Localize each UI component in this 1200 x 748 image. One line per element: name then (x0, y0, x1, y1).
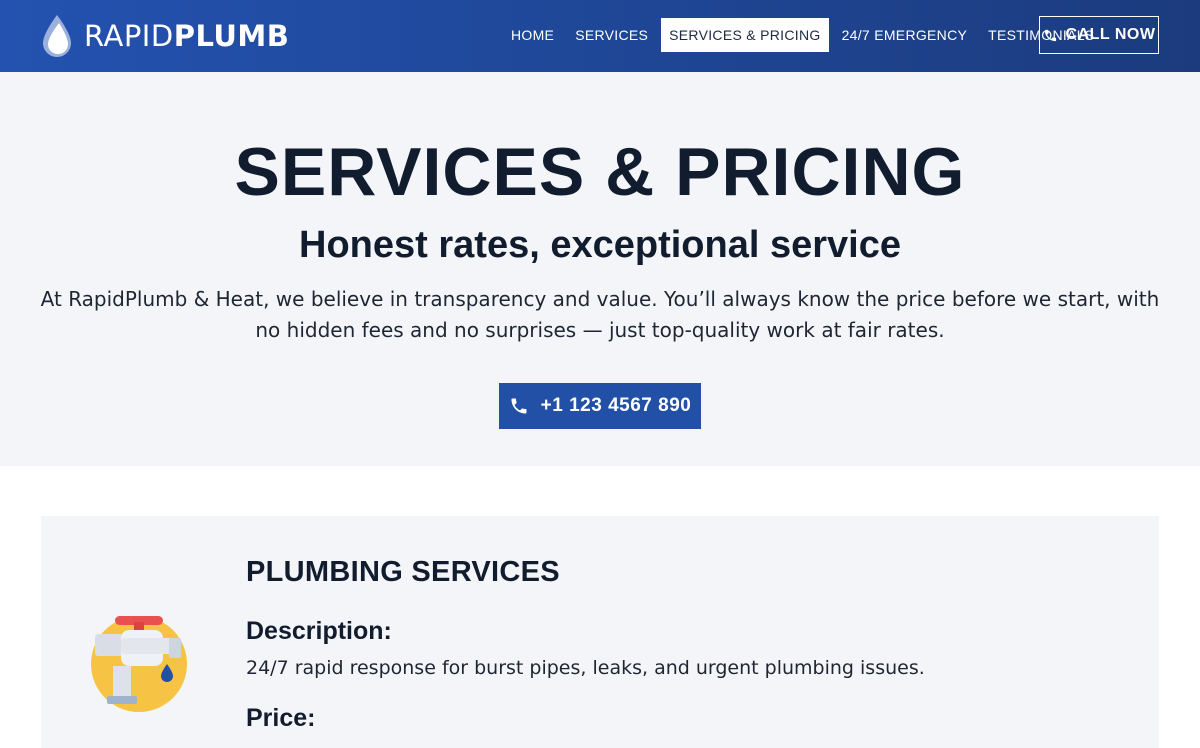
intro-text: At RapidPlumb & Heat, we believe in tran… (40, 287, 1160, 342)
brand-name: RAPIDPLUMB (84, 19, 289, 53)
logo[interactable]: RAPIDPLUMB (40, 12, 289, 60)
nav-item-emergency[interactable]: 24/7 EMERGENCY (834, 18, 976, 52)
phone-call-button[interactable]: +1 123 4567 890 (499, 383, 701, 429)
phone-icon (1044, 29, 1056, 41)
site-header: RAPIDPLUMB HOME SERVICES SERVICES & PRIC… (0, 0, 1200, 72)
nav-item-services[interactable]: SERVICES (567, 18, 656, 52)
service-description: 24/7 rapid response for burst pipes, lea… (246, 657, 925, 679)
nav-item-services-pricing[interactable]: SERVICES & PRICING (661, 18, 829, 52)
brand-name-light: RAPID (84, 19, 174, 53)
hero-section: SERVICES & PRICING Honest rates, excepti… (0, 72, 1200, 466)
phone-icon (511, 398, 527, 414)
service-title: PLUMBING SERVICES (246, 556, 560, 588)
price-label: Price: (246, 704, 316, 732)
phone-number: +1 123 4567 890 (540, 395, 692, 416)
water-drop-icon (43, 15, 71, 57)
page-title: SERVICES & PRICING (234, 134, 966, 210)
call-now-label: CALL NOW (1065, 26, 1156, 43)
service-card-plumbing: PLUMBING SERVICES Description: 24/7 rapi… (41, 516, 1159, 748)
nav-item-home[interactable]: HOME (503, 18, 562, 52)
main-nav: HOME SERVICES SERVICES & PRICING 24/7 EM… (503, 18, 1107, 52)
faucet-icon (91, 616, 187, 712)
page-subtitle: Honest rates, exceptional service (299, 224, 901, 266)
brand-name-bold: PLUMB (173, 19, 290, 53)
call-now-button[interactable]: CALL NOW (1039, 16, 1159, 54)
description-label: Description: (246, 617, 392, 645)
